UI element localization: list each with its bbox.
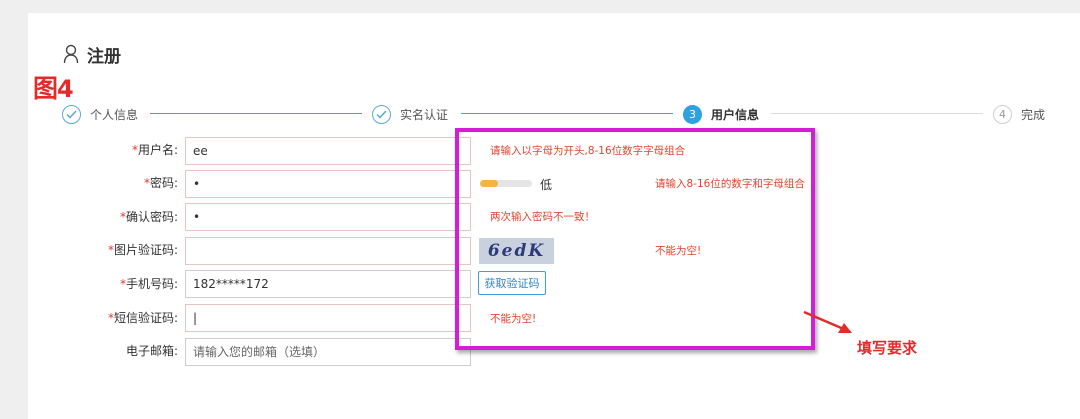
requirements-highlight-box bbox=[455, 128, 815, 350]
step-personal-info: 个人信息 bbox=[62, 103, 138, 125]
figure-label-number: 4 bbox=[57, 75, 74, 103]
step-user-info: 3 用户信息 bbox=[683, 103, 759, 125]
requirements-note: 填写要求 bbox=[857, 339, 918, 357]
step-label: 用户信息 bbox=[711, 107, 760, 122]
confirm-password-input[interactable] bbox=[185, 203, 471, 231]
captcha-input[interactable] bbox=[185, 237, 471, 265]
step-label: 完成 bbox=[1021, 107, 1046, 122]
step-number-badge: 3 bbox=[683, 104, 702, 124]
phone-label: *手机号码: bbox=[119, 277, 178, 291]
step-real-name-auth: 实名认证 bbox=[372, 103, 448, 125]
figure-label-text: 图 bbox=[33, 74, 58, 103]
confirm-password-label: *确认密码: bbox=[119, 210, 178, 224]
sms-code-label: *短信验证码: bbox=[107, 311, 178, 325]
step-number-badge: 4 bbox=[993, 104, 1012, 124]
step-connector bbox=[461, 113, 673, 114]
page-title-text: 注册 bbox=[87, 46, 121, 67]
page-title: 注册 bbox=[63, 42, 121, 67]
sms-code-input[interactable] bbox=[185, 304, 471, 332]
step-connector bbox=[150, 113, 362, 114]
step-connector bbox=[771, 113, 983, 114]
phone-input[interactable] bbox=[185, 270, 471, 298]
username-input[interactable] bbox=[185, 137, 471, 165]
check-icon bbox=[372, 104, 391, 124]
password-label: *密码: bbox=[143, 176, 178, 190]
email-label: 电子邮箱: bbox=[125, 344, 178, 358]
step-complete: 4 完成 bbox=[993, 103, 1045, 125]
captcha-label: *图片验证码: bbox=[107, 243, 178, 257]
figure-label: 图4 bbox=[33, 69, 74, 105]
user-icon bbox=[63, 44, 79, 64]
email-input[interactable] bbox=[185, 338, 471, 366]
password-input[interactable] bbox=[185, 170, 471, 198]
check-icon bbox=[62, 104, 81, 124]
step-label: 实名认证 bbox=[400, 107, 449, 122]
arrow-icon bbox=[803, 310, 852, 333]
username-label: *用户名: bbox=[131, 143, 178, 157]
step-label: 个人信息 bbox=[90, 107, 139, 122]
